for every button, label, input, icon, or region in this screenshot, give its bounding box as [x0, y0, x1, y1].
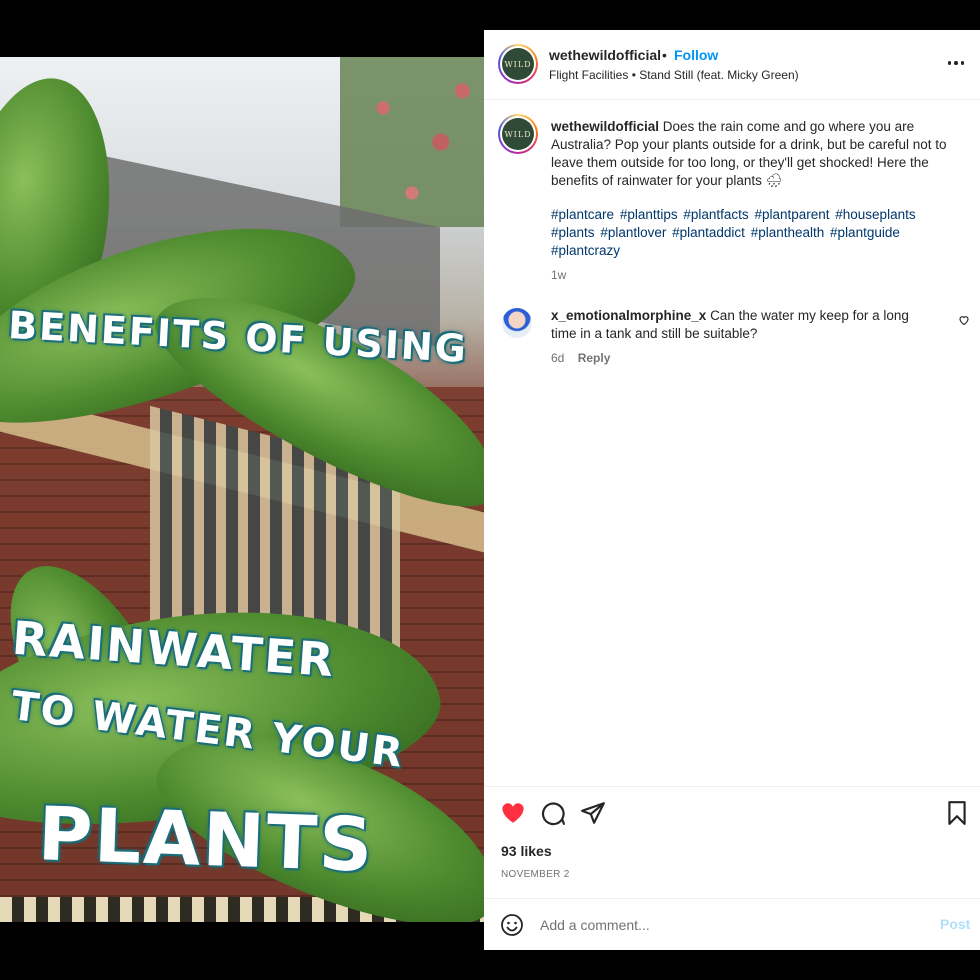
action-bar: 93 likes NOVEMBER 2: [484, 786, 980, 898]
bookmark-icon[interactable]: [944, 800, 970, 826]
hashtag-link[interactable]: #plantfacts: [683, 207, 748, 222]
avatar-logo: WILD: [502, 118, 534, 150]
hashtag-link[interactable]: #plantcare: [551, 207, 614, 222]
comment-timestamp[interactable]: 6d: [551, 351, 564, 365]
hashtag-link[interactable]: #plants: [551, 225, 595, 240]
hashtag-link[interactable]: #planthealth: [751, 225, 825, 240]
video-flowers: [340, 57, 484, 227]
hashtag-link[interactable]: #plantaddict: [672, 225, 745, 240]
comment-icon[interactable]: [540, 800, 566, 826]
post-comment-button[interactable]: Post: [940, 916, 970, 932]
more-options-icon[interactable]: [946, 56, 966, 70]
add-comment-bar: Post: [484, 898, 980, 950]
heart-outline-icon[interactable]: [958, 314, 970, 326]
hashtag-list: #plantcare #planttips #plantfacts #plant…: [551, 206, 951, 260]
avatar-logo: WILD: [502, 48, 534, 80]
emoji-icon[interactable]: [500, 913, 524, 937]
overlay-text-line: PLANTS: [36, 791, 376, 889]
reply-button[interactable]: Reply: [578, 351, 611, 365]
hashtag-link[interactable]: #planttips: [620, 207, 678, 222]
heart-filled-icon[interactable]: [500, 800, 526, 826]
avatar[interactable]: WILD: [498, 114, 538, 154]
comment-text: x_emotionalmorphine_x Can the water my k…: [551, 307, 931, 343]
post-author-username[interactable]: wethewildofficial: [549, 47, 661, 63]
comment-meta: 6d Reply: [551, 351, 610, 365]
avatar[interactable]: WILD: [498, 44, 538, 84]
separator-dot: •: [662, 47, 667, 63]
comment-input[interactable]: [540, 913, 920, 937]
share-icon[interactable]: [580, 800, 606, 826]
caption-username[interactable]: wethewildofficial: [551, 119, 659, 134]
hashtag-link[interactable]: #plantguide: [830, 225, 900, 240]
hashtag-link[interactable]: #plantlover: [600, 225, 666, 240]
commenter-username[interactable]: x_emotionalmorphine_x: [551, 308, 706, 323]
likes-count[interactable]: 93 likes: [501, 843, 552, 859]
comment-item: x_emotionalmorphine_x Can the water my k…: [484, 306, 980, 370]
hashtag-link[interactable]: #plantcrazy: [551, 243, 620, 258]
hashtag-link[interactable]: #houseplants: [835, 207, 915, 222]
audio-track-link[interactable]: Flight Facilities • Stand Still (feat. M…: [549, 68, 799, 82]
post-date: NOVEMBER 2: [501, 869, 570, 880]
hashtag-link[interactable]: #plantparent: [754, 207, 829, 222]
post-video[interactable]: BENEFITS OF USING RAINWATER TO WATER YOU…: [0, 57, 484, 922]
post-header: WILD wethewildofficial • Follow Flight F…: [484, 30, 980, 100]
commenter-avatar[interactable]: [502, 308, 532, 338]
caption-text: wethewildofficial Does the rain come and…: [551, 118, 951, 190]
post-details-panel: WILD wethewildofficial • Follow Flight F…: [484, 30, 980, 950]
follow-button[interactable]: Follow: [674, 47, 718, 63]
caption-timestamp[interactable]: 1w: [551, 268, 566, 282]
